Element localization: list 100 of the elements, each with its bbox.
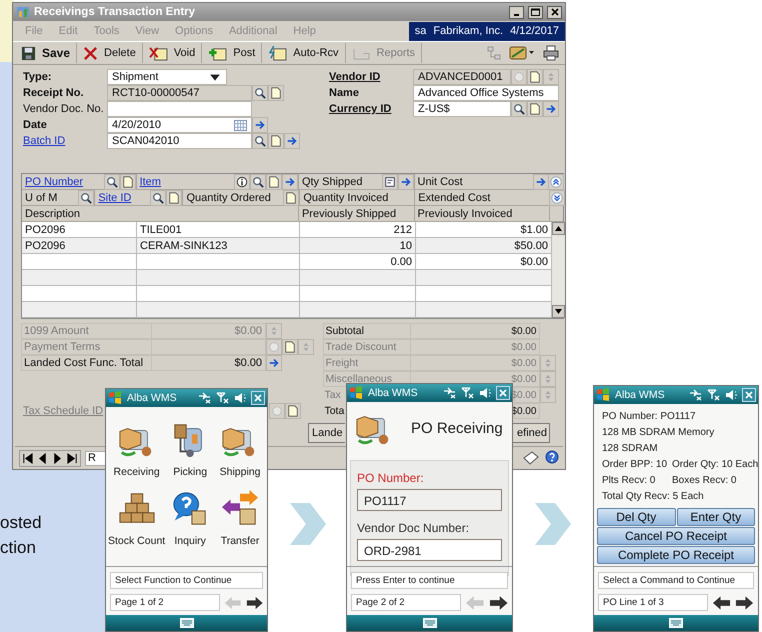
detail-text: 128 SDRAM (602, 442, 659, 454)
input-field[interactable]: 4/20/2010 (107, 117, 252, 133)
scroll-down-icon[interactable] (555, 309, 562, 314)
speaker-icon[interactable] (725, 389, 737, 401)
maximize-button[interactable] (528, 6, 543, 18)
landed-cost-button[interactable]: Lande (308, 423, 345, 443)
info-icon[interactable] (234, 174, 250, 190)
table-cell: PO2096 (25, 224, 66, 236)
search-icon[interactable] (78, 190, 94, 206)
input-field[interactable] (151, 339, 266, 355)
field-label[interactable]: Batch ID (23, 133, 107, 149)
right-arrow-icon[interactable] (488, 596, 508, 610)
table-cell: 10 (400, 240, 412, 252)
input-field[interactable]: $0.00 (410, 323, 540, 339)
column-header[interactable]: Site ID (98, 192, 132, 204)
speaker-icon[interactable] (479, 387, 491, 399)
menu-item-label[interactable]: Picking (173, 466, 208, 478)
search-icon[interactable] (250, 174, 266, 190)
field-label: Vendor Doc Number: (357, 521, 470, 535)
input-field[interactable]: $0.00 (151, 355, 266, 371)
input-field[interactable]: SCAN042010 (107, 133, 252, 149)
table-cell: $1.00 (520, 224, 548, 236)
help-icon[interactable] (545, 450, 559, 464)
search-icon[interactable] (252, 133, 268, 149)
input-field[interactable]: ADVANCED0001 (413, 69, 511, 85)
speaker-icon[interactable] (234, 392, 246, 404)
scrollbar[interactable] (552, 222, 565, 318)
close-icon[interactable] (550, 8, 558, 16)
maximize-icon[interactable] (531, 8, 540, 16)
command-button[interactable]: Cancel PO Receipt (597, 527, 755, 545)
user-name: sa (414, 25, 426, 37)
minimize-button[interactable] (509, 6, 524, 18)
connection-icon[interactable] (443, 387, 456, 399)
table-cell: PO2096 (25, 240, 66, 252)
signal-icon[interactable] (216, 392, 229, 404)
app-icon (16, 5, 30, 19)
input-field[interactable] (107, 101, 252, 117)
menu-item-label[interactable]: Inquiry (174, 535, 206, 547)
expand-icon[interactable] (548, 174, 564, 190)
toolbar-button[interactable]: Auto-Rcv (262, 43, 346, 63)
search-icon[interactable] (150, 190, 166, 206)
table-cell: TILE001 (140, 224, 182, 236)
toolbar-button[interactable]: Save (15, 43, 78, 63)
connection-icon[interactable] (689, 389, 702, 401)
search-icon[interactable] (511, 101, 527, 117)
flag-icon[interactable] (596, 388, 610, 402)
input-field[interactable]: PO1117 (357, 489, 502, 511)
user-defined-button[interactable]: efined (512, 423, 550, 443)
window-title: Receivings Transaction Entry (34, 6, 196, 18)
field-label: Landed Cost Func. Total (21, 355, 151, 371)
input-field[interactable]: Advanced Office Systems (413, 85, 559, 101)
keyboard-icon[interactable] (422, 618, 436, 628)
search-icon[interactable] (252, 85, 268, 101)
close-button[interactable] (547, 6, 562, 18)
right-arrow-icon[interactable] (735, 596, 754, 610)
scroll-up-icon[interactable] (555, 226, 562, 231)
toolbar-button[interactable]: Delete (77, 43, 143, 63)
detail-icon[interactable] (382, 174, 398, 190)
menu-item-label[interactable]: Stock Count (108, 535, 166, 547)
right-arrow-icon[interactable] (246, 596, 263, 610)
field-label: Payment Terms (21, 339, 151, 355)
dropdown[interactable]: Shipment (107, 69, 227, 85)
keyboard-icon[interactable] (669, 618, 683, 628)
menu-item-label[interactable]: Shipping (220, 466, 260, 478)
field-label[interactable]: Currency ID (329, 101, 413, 117)
input-field[interactable]: ORD-2981 (357, 539, 502, 561)
input-field[interactable]: Z-US$ (413, 101, 511, 117)
collapse-icon[interactable] (548, 190, 564, 206)
toolbar-button[interactable]: Post (202, 43, 262, 63)
flag-icon[interactable] (349, 386, 363, 400)
menu-item-label[interactable]: Receiving (114, 466, 160, 478)
input-field[interactable]: RCT10-00000547 (107, 85, 252, 101)
keyboard-icon[interactable] (180, 618, 194, 628)
command-button[interactable]: Complete PO Receipt (597, 546, 755, 564)
field-label: PO Number: (357, 471, 425, 485)
menu-item-label[interactable]: Transfer (220, 535, 260, 547)
printer-icon[interactable] (543, 45, 559, 61)
field-label: Type: (23, 70, 53, 85)
field-label[interactable]: Vendor ID (329, 69, 413, 85)
signal-icon[interactable] (707, 389, 720, 401)
search-icon[interactable] (104, 174, 120, 190)
toolbar-button[interactable]: Void (142, 43, 202, 63)
connection-icon[interactable] (198, 392, 211, 404)
detail-text: Total Qty Recv: 5 Each (602, 490, 704, 502)
input-field[interactable]: R (85, 450, 107, 466)
command-button[interactable]: Del Qty (597, 508, 676, 526)
field-label: Name (329, 86, 360, 101)
left-arrow-icon[interactable] (712, 596, 731, 610)
table-cell: $0.00 (520, 256, 548, 268)
detail-text: 128 MB SDRAM Memory (602, 426, 714, 438)
background-text: ction (0, 538, 36, 558)
chevron-icon (535, 503, 571, 545)
column-header[interactable]: Item (140, 176, 161, 188)
calendar-icon[interactable] (234, 120, 247, 130)
column-header[interactable]: PO Number (25, 176, 84, 188)
command-button[interactable]: Enter Qty (676, 508, 755, 526)
flag-icon[interactable] (108, 391, 122, 405)
table-cell: 212 (394, 224, 412, 236)
detail-text: Boxes Recv: 0 (672, 474, 736, 486)
signal-icon[interactable] (461, 387, 474, 399)
